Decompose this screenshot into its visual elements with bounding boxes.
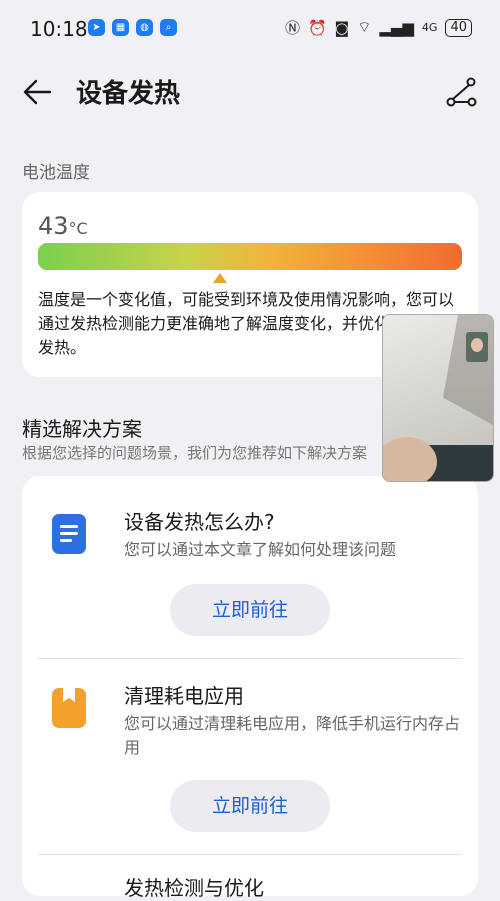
solution-item-title: 清理耗电应用 [124,684,244,708]
document-icon [52,514,86,554]
network-type: 4G [421,21,438,34]
search-app-icon: ⌕ [160,19,177,36]
go-now-button[interactable]: 立即前往 [170,780,330,832]
signal-icon: ▂▄▆ [379,18,414,37]
divider [38,854,462,855]
temperature-marker-icon [213,273,228,283]
solution-item-title: 发热检测与优化 [124,876,264,900]
self-view-thumbnail[interactable] [466,332,488,362]
temperature-value: 43 [38,212,69,240]
status-bar: 10:18 ➤ ▦ ◍ ⌕ Ⓝ ⏰ ◙ ⌔ ▂▄▆ 4G 40 [0,0,500,58]
alarm-icon: ⏰ [307,18,327,37]
nav-app-icon: ➤ [88,19,105,36]
solutions-subtitle: 根据您选择的问题场景，我们为您推荐如下解决方案 [22,444,368,462]
back-arrow-icon[interactable] [20,74,56,110]
temperature-gradient-bar [38,243,462,270]
share-icon[interactable] [444,76,478,108]
notification-icons: ➤ ▦ ◍ ⌕ [88,19,177,36]
solution-item-description: 您可以通过本文章了解如何处理该问题 [124,540,397,559]
system-icons: Ⓝ ⏰ ◙ ⌔ ▂▄▆ 4G 40 [285,17,472,38]
video-call-overlay[interactable] [382,314,494,482]
solutions-title: 精选解决方案 [22,417,142,441]
grid-app-icon: ▦ [112,19,129,36]
wifi-icon: ⌔ [357,18,372,36]
divider [38,658,462,659]
camera-icon: ◙ [334,18,350,37]
solution-item-title: 设备发热怎么办? [124,510,275,534]
temperature-readout: 43°C [38,212,88,240]
status-time: 10:18 [30,17,88,41]
solutions-card: 设备发热怎么办? 您可以通过本文章了解如何处理该问题 立即前往 清理耗电应用 您… [22,476,478,900]
globe-app-icon: ◍ [136,19,153,36]
solution-item-description: 您可以通过清理耗电应用，降低手机运行内存占用 [124,714,461,757]
bookmark-icon [52,688,86,728]
battery-indicator: 40 [445,18,472,37]
go-now-button[interactable]: 立即前往 [170,584,330,636]
battery-temp-label: 电池温度 [22,163,90,183]
nfc-icon: Ⓝ [284,19,300,37]
page-title: 设备发热 [76,79,181,109]
temperature-unit: °C [68,219,88,238]
